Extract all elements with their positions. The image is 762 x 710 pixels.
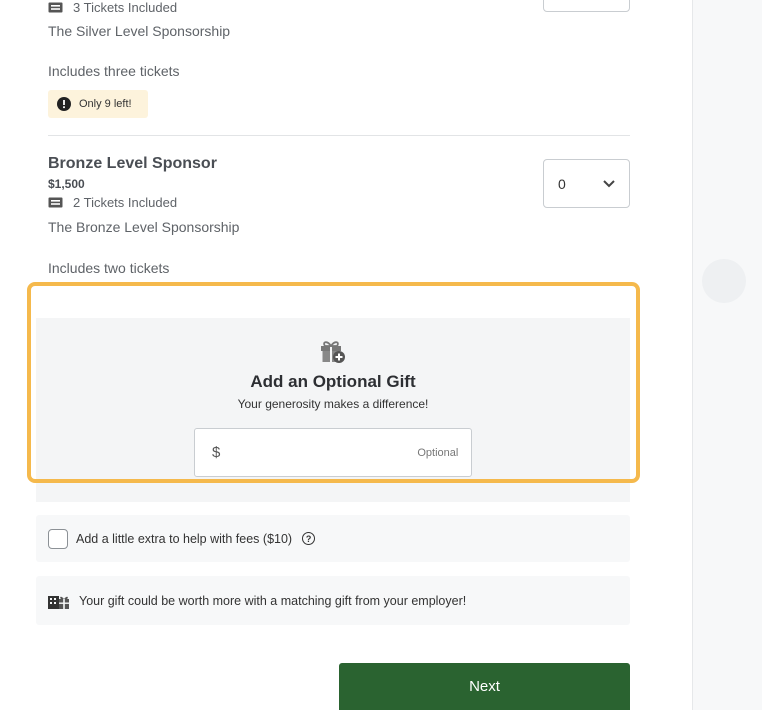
bronze-sponsorship-name: The Bronze Level Sponsorship	[48, 219, 240, 235]
silver-tickets-line: 3 Tickets Included	[48, 0, 177, 15]
silver-tickets-label: 3 Tickets Included	[73, 0, 178, 15]
loading-placeholder	[702, 259, 746, 303]
section-divider	[48, 135, 630, 136]
bronze-quantity-select[interactable]: 0	[543, 159, 630, 208]
bronze-title: Bronze Level Sponsor	[48, 155, 217, 172]
ticket-icon	[48, 2, 63, 13]
matching-gift-banner[interactable]: Your gift could be worth more with a mat…	[36, 576, 630, 625]
stock-warning-badge: Only 9 left!	[48, 90, 148, 118]
stock-warning-text: Only 9 left!	[79, 98, 132, 110]
fees-label: Add a little extra to help with fees ($1…	[76, 531, 293, 546]
bronze-tickets-line: 2 Tickets Included	[48, 195, 177, 210]
gift-highlight-outline	[27, 282, 640, 483]
silver-sponsorship-name: The Silver Level Sponsorship	[48, 23, 231, 39]
bronze-price: $1,500	[48, 177, 85, 191]
silver-description: Includes three tickets	[48, 63, 180, 79]
help-circle-icon[interactable]: ?	[302, 532, 316, 545]
bronze-tickets-label: 2 Tickets Included	[73, 195, 178, 210]
fees-option[interactable]: Add a little extra to help with fees ($1…	[36, 515, 630, 562]
bronze-description: Includes two tickets	[48, 260, 170, 276]
fees-checkbox[interactable]	[48, 528, 68, 549]
side-panel	[692, 0, 762, 710]
alert-icon	[57, 97, 71, 111]
bronze-quantity-value: 0	[558, 175, 566, 192]
silver-quantity-select[interactable]	[543, 0, 630, 12]
matching-gift-icon	[48, 595, 69, 609]
chevron-down-icon	[603, 179, 615, 187]
next-button[interactable]: Next	[339, 663, 630, 710]
ticket-icon	[48, 197, 63, 208]
matching-gift-text: Your gift could be worth more with a mat…	[79, 593, 467, 608]
